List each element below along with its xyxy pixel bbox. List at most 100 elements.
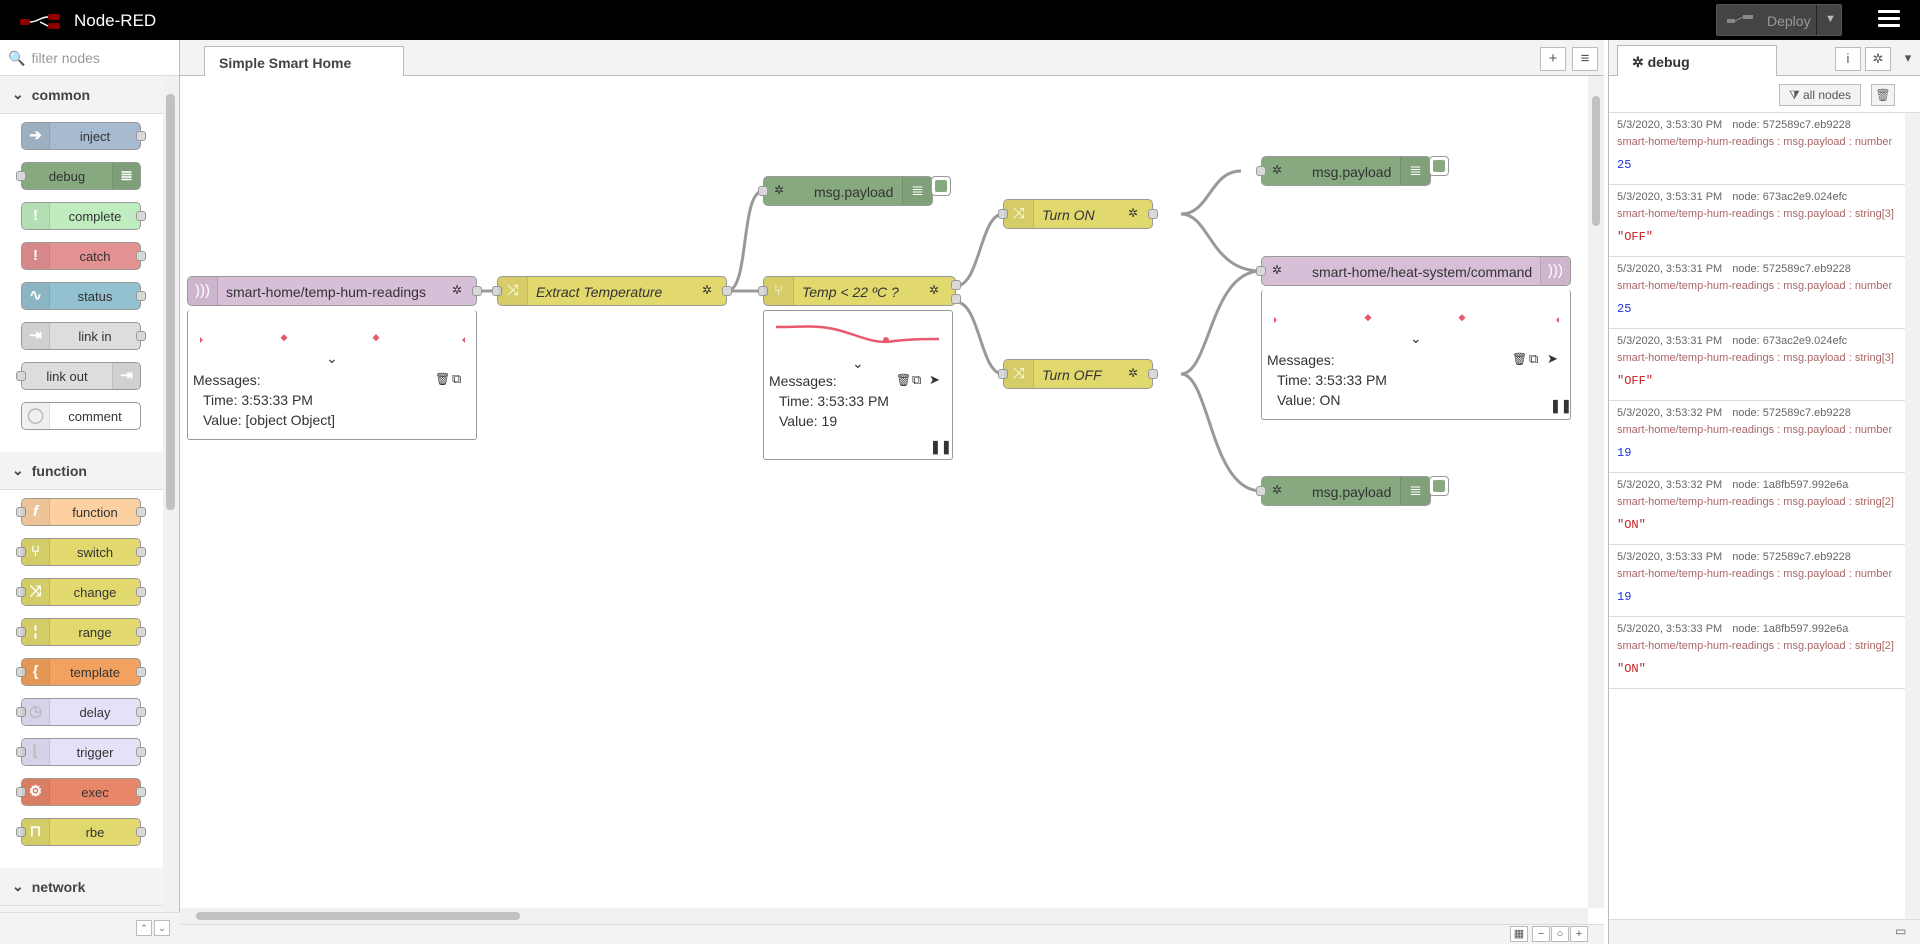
debug-message-value[interactable]: "OFF" xyxy=(1617,230,1897,244)
node-turn-on[interactable]: ⤨ Turn ON ✲ xyxy=(998,199,1158,229)
debug-message[interactable]: 5/3/2020, 3:53:33 PM node: 572589c7.eb922… xyxy=(1609,545,1905,617)
palette-search[interactable]: 🔍 filter nodes xyxy=(0,40,179,76)
trash-icon[interactable]: 🗑 xyxy=(1512,352,1527,366)
zoom-in-icon[interactable]: + xyxy=(1570,926,1588,942)
palette-node-inject[interactable]: ➔ inject xyxy=(21,122,146,150)
debug-message[interactable]: 5/3/2020, 3:53:31 PM node: 673ac2e9.024ef… xyxy=(1609,185,1905,257)
info-icon[interactable]: i xyxy=(1835,47,1861,71)
pause-icon[interactable]: ❚❚ xyxy=(930,439,952,455)
category-common-header[interactable]: ⌄ common xyxy=(0,76,163,114)
palette-node-comment[interactable]: ◯ comment xyxy=(21,402,141,430)
debug-message-value[interactable]: 25 xyxy=(1617,302,1897,316)
debug-message-node[interactable]: node: 673ac2e9.024efc xyxy=(1732,335,1847,347)
node-switch-temp[interactable]: ⑂ Temp < 22 ºC ? ✲ xyxy=(758,276,961,306)
node-mqtt-out[interactable]: ✲ smart-home/heat-system/command ))) xyxy=(1256,256,1571,286)
tab-debug[interactable]: ✲ debug xyxy=(1617,45,1777,77)
palette-node-switch[interactable]: ⑂ switch xyxy=(16,538,146,566)
external-link-icon[interactable]: ⧉ xyxy=(1529,351,1538,367)
collapse-all-icon[interactable]: ⌃ xyxy=(136,920,152,936)
palette-node-catch[interactable]: ! catch xyxy=(21,242,146,270)
debug-message-value[interactable]: 25 xyxy=(1617,158,1897,172)
palette-node-function[interactable]: f function xyxy=(16,498,146,526)
tab-simple-smart-home[interactable]: Simple Smart Home xyxy=(204,46,404,77)
trash-icon[interactable]: 🗑 xyxy=(896,373,911,387)
debug-message-value[interactable]: 19 xyxy=(1617,590,1897,604)
debug-message-node[interactable]: node: 1a8fb597.992e6a xyxy=(1732,623,1848,635)
debug-message-node[interactable]: node: 572589c7.eb9228 xyxy=(1732,407,1851,419)
debug-message[interactable]: 5/3/2020, 3:53:32 PM node: 1a8fb597.992e6… xyxy=(1609,473,1905,545)
debug-tab-bug-icon[interactable]: ✲ xyxy=(1865,47,1891,71)
node-extract-temperature[interactable]: ⤨ Extract Temperature ✲ xyxy=(492,276,732,306)
palette-node-link-out[interactable]: link out ⇥ xyxy=(16,362,141,390)
clear-messages-icon[interactable]: 🗑 xyxy=(1871,84,1895,106)
external-link-icon[interactable]: ⧉ xyxy=(452,371,461,387)
scrollbar-thumb[interactable] xyxy=(1592,96,1600,226)
palette-scrollbar[interactable] xyxy=(163,76,178,912)
list-flows-icon[interactable]: ≡ xyxy=(1572,47,1598,71)
scrollbar-thumb[interactable] xyxy=(166,94,175,510)
zoom-out-icon[interactable]: − xyxy=(1532,926,1550,942)
palette-node-range[interactable]: ¦ range xyxy=(16,618,146,646)
palette-node-trigger[interactable]: ⌊ trigger xyxy=(16,738,146,766)
popout-icon[interactable]: ▭ xyxy=(1895,924,1906,938)
expand-all-icon[interactable]: ⌄ xyxy=(154,920,170,936)
debug-right-top-toggle[interactable] xyxy=(1429,156,1449,176)
node-debug-right-bottom[interactable]: ✲ msg.payload ≣ xyxy=(1256,476,1431,506)
canvas-vertical-scrollbar[interactable] xyxy=(1588,76,1604,908)
deploy-menu-caret-icon[interactable]: ▼ xyxy=(1825,13,1836,25)
filter-all-nodes-button[interactable]: ⧩ all nodes xyxy=(1779,84,1861,106)
debug-message[interactable]: 5/3/2020, 3:53:30 PM node: 572589c7.eb922… xyxy=(1609,113,1905,185)
debug-message-value[interactable]: "ON" xyxy=(1617,662,1897,676)
debug-message[interactable]: 5/3/2020, 3:53:31 PM node: 572589c7.eb922… xyxy=(1609,257,1905,329)
debug-message[interactable]: 5/3/2020, 3:53:32 PM node: 572589c7.eb922… xyxy=(1609,401,1905,473)
palette-node-exec[interactable]: ⚙ exec xyxy=(16,778,146,806)
chevron-down-icon[interactable]: ⌄ xyxy=(1410,330,1422,347)
palette-node-link-in[interactable]: ⇥ link in xyxy=(21,322,146,350)
debug-right-bottom-toggle[interactable] xyxy=(1429,476,1449,496)
debug-message-node[interactable]: node: 572589c7.eb9228 xyxy=(1732,263,1851,275)
debug-message[interactable]: 5/3/2020, 3:53:31 PM node: 673ac2e9.024ef… xyxy=(1609,329,1905,401)
send-icon[interactable]: ➤ xyxy=(1547,351,1558,367)
trash-icon[interactable]: 🗑 xyxy=(435,372,450,386)
node-turn-off[interactable]: ⤨ Turn OFF ✲ xyxy=(998,359,1158,389)
node-mqtt-in[interactable]: ))) smart-home/temp-hum-readings ✲ xyxy=(187,276,482,306)
send-icon[interactable]: ➤ xyxy=(929,372,940,388)
debug-message-node[interactable]: node: 572589c7.eb9228 xyxy=(1732,551,1851,563)
palette-node-debug[interactable]: debug ≣ xyxy=(16,162,141,190)
main-menu-icon[interactable] xyxy=(1878,10,1900,28)
palette-node-template[interactable]: {template xyxy=(16,658,146,686)
category-network-header[interactable]: ⌄ network xyxy=(0,868,163,906)
scrollbar-thumb[interactable] xyxy=(196,912,520,920)
debug-message-value[interactable]: "OFF" xyxy=(1617,374,1897,388)
category-function-header[interactable]: ⌄ function xyxy=(0,452,163,490)
mqtt-out-info-panel: ⌄ Messages: 🗑 ⧉ ➤ Time: 3:53:33 PM Value… xyxy=(1261,290,1572,420)
palette-node-change[interactable]: ⤨ change xyxy=(16,578,146,606)
search-icon: 🔍 xyxy=(8,50,26,66)
flow-canvas[interactable]: ))) smart-home/temp-hum-readings ✲ conne… xyxy=(180,76,1588,908)
deploy-button[interactable]: Deploy ▼ xyxy=(1716,4,1842,36)
palette-search-input[interactable]: filter nodes xyxy=(31,50,99,66)
palette-node-status[interactable]: ∿ status xyxy=(21,282,146,310)
palette-node-complete[interactable]: ! complete xyxy=(21,202,146,230)
sidebar-menu-caret-icon[interactable]: ▾ xyxy=(1895,47,1920,71)
chevron-down-icon[interactable]: ⌄ xyxy=(852,355,864,372)
zoom-reset-icon[interactable]: ○ xyxy=(1551,926,1569,942)
chevron-down-icon[interactable]: ⌄ xyxy=(326,350,338,367)
add-flow-icon[interactable]: + xyxy=(1540,47,1566,71)
navigator-map-icon[interactable]: ▦ xyxy=(1510,926,1528,942)
pause-icon[interactable]: ❚❚ xyxy=(1550,398,1572,414)
node-debug-top[interactable]: ✲ msg.payload ≣ xyxy=(758,176,933,206)
debug-top-toggle[interactable] xyxy=(931,176,951,196)
debug-message-node[interactable]: node: 1a8fb597.992e6a xyxy=(1732,479,1848,491)
debug-message-value[interactable]: "ON" xyxy=(1617,518,1897,532)
node-debug-right-top[interactable]: ✲ msg.payload ≣ xyxy=(1256,156,1431,186)
palette-node-delay[interactable]: ◷ delay xyxy=(16,698,146,726)
palette-node-rbe[interactable]: ⊓ rbe xyxy=(16,818,146,846)
debug-message-node[interactable]: node: 673ac2e9.024efc xyxy=(1732,191,1847,203)
external-link-icon[interactable]: ⧉ xyxy=(912,372,921,388)
debug-message-value[interactable]: 19 xyxy=(1617,446,1897,460)
debug-messages-scrollbar[interactable] xyxy=(1905,113,1920,919)
canvas-horizontal-scrollbar[interactable] xyxy=(180,908,1588,924)
debug-message-node[interactable]: node: 572589c7.eb9228 xyxy=(1732,119,1851,131)
debug-message[interactable]: 5/3/2020, 3:53:33 PM node: 1a8fb597.992e6… xyxy=(1609,617,1905,689)
